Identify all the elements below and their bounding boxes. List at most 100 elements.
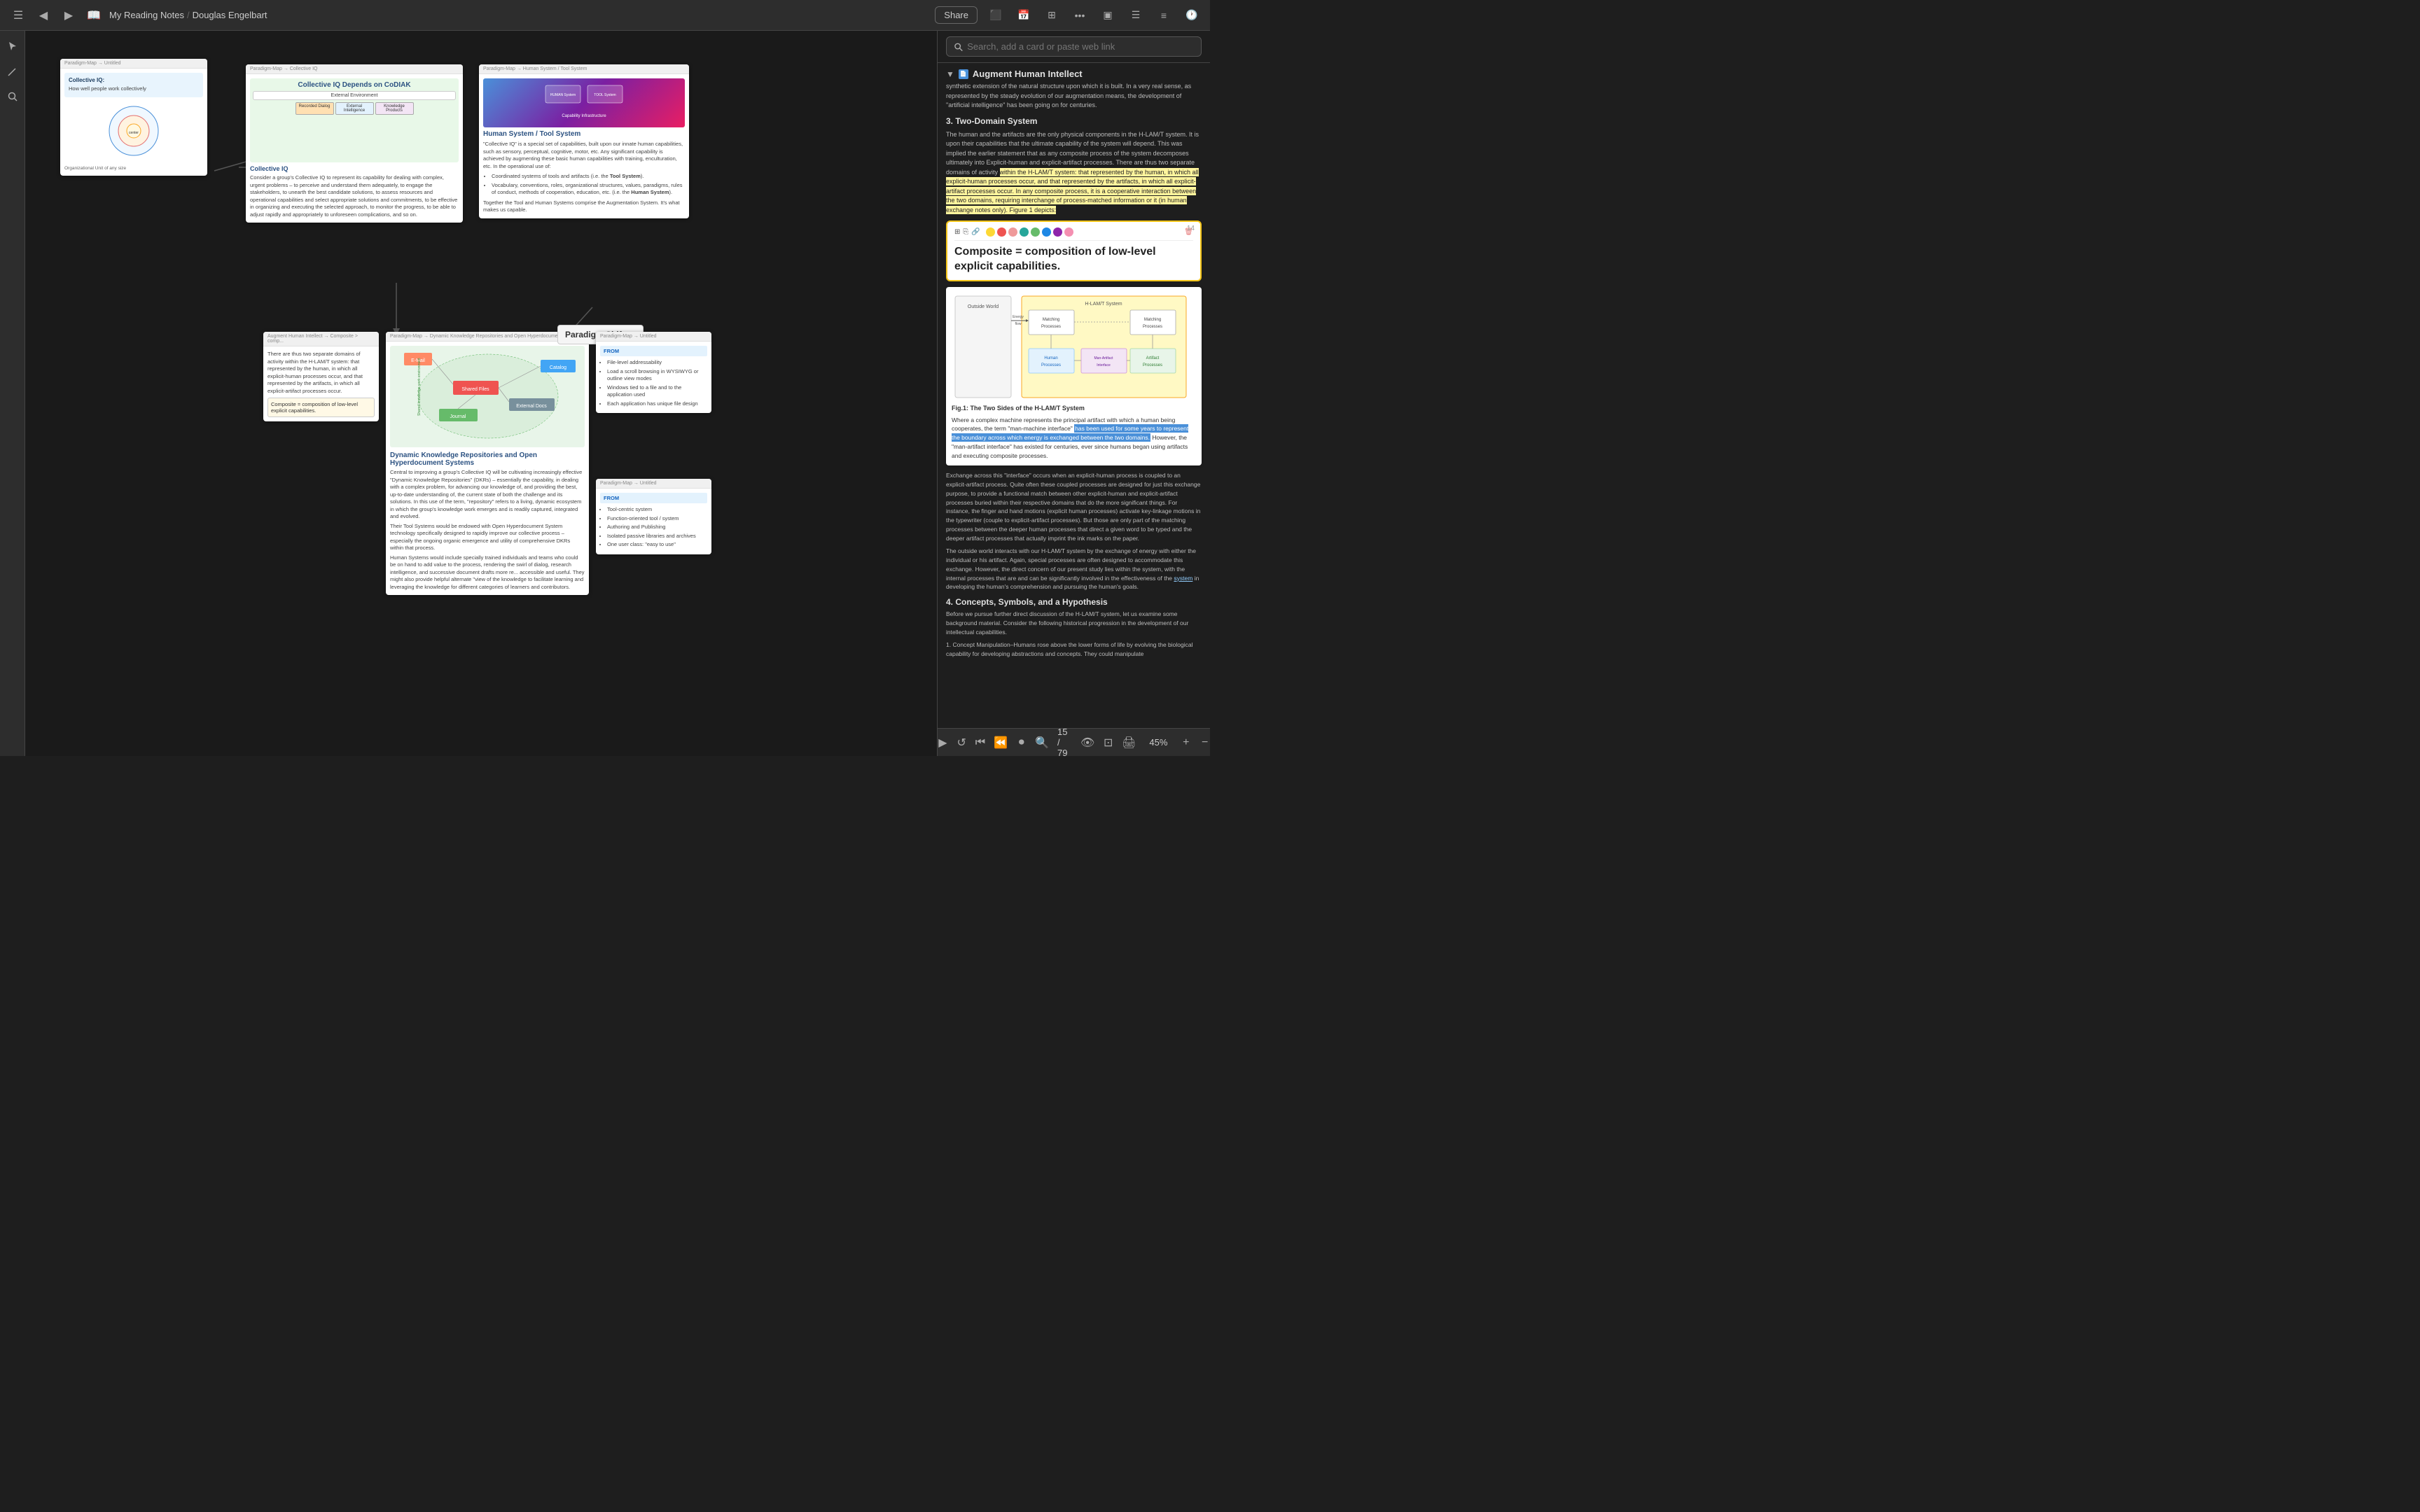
main-card-header: Paradigm-Map → Untitled — [60, 59, 207, 69]
print-icon[interactable]: 🖨 — [1122, 733, 1136, 752]
list-icon[interactable]: ≡ — [1154, 6, 1174, 25]
main-layout: Paradigm-Map → Untitled Collective IQ: H… — [0, 31, 1210, 756]
color-teal[interactable] — [1020, 227, 1029, 237]
file-level-header: Paradigm-Map → Untitled — [596, 332, 711, 342]
link-icon[interactable]: 🔗 — [971, 228, 980, 236]
sidebar-toggle-icon[interactable]: ☰ — [8, 6, 28, 25]
annotation-popup[interactable]: ⊞ ⎘ 🔗 🗑 — [946, 220, 1202, 281]
human-system-list-item-2: Vocabulary, conventions, roles, organiza… — [492, 182, 685, 197]
layers-icon[interactable]: ⬛ — [986, 6, 1006, 25]
human-system-title: Human System / Tool System — [483, 130, 685, 138]
dkr-body: E-Mail Catalog Shared Files Journal — [386, 342, 589, 595]
page-indicator: 15 / 79 — [1057, 727, 1072, 756]
pen-tool-icon[interactable] — [3, 62, 22, 81]
dkr-body-text2: Their Tool Systems would be endowed with… — [390, 523, 585, 552]
right-panel-content[interactable]: ▼ 📄 Augment Human Intellect synthetic ex… — [938, 63, 1210, 728]
search-bottom-icon[interactable]: 🔍 — [1035, 733, 1049, 752]
more-icon[interactable]: ••• — [1070, 6, 1090, 25]
from-label-2: FROM — [600, 493, 707, 503]
svg-text:HUMAN System: HUMAN System — [550, 93, 576, 97]
svg-text:Matching: Matching — [1043, 318, 1059, 322]
search-input[interactable] — [967, 41, 1194, 52]
breadcrumb-reading-notes[interactable]: My Reading Notes — [109, 10, 184, 20]
svg-text:Matching: Matching — [1144, 318, 1161, 322]
file-level-item-4: Each application has unique file design — [607, 400, 707, 408]
codiak-header: Paradigm-Map → Collective IQ — [246, 64, 463, 74]
search-box[interactable] — [946, 36, 1202, 57]
color-pink[interactable] — [1008, 227, 1017, 237]
system-link[interactable]: system — [1174, 575, 1192, 582]
color-blue[interactable] — [1042, 227, 1051, 237]
back-button[interactable]: ◀ — [34, 6, 53, 25]
share-button[interactable]: Share — [935, 6, 978, 24]
top-bar-left: ☰ ◀ ▶ 📖 My Reading Notes / Douglas Engel… — [8, 6, 267, 25]
eye-icon[interactable]: 👁 — [1080, 733, 1094, 752]
copy-icon[interactable]: ⎘ — [963, 228, 968, 236]
composite-annotation: Composite = composition of low-level exp… — [267, 398, 375, 417]
top-bar: ☰ ◀ ▶ 📖 My Reading Notes / Douglas Engel… — [0, 0, 1210, 31]
color-purple[interactable] — [1053, 227, 1062, 237]
fig-body: Where a complex machine represents the p… — [952, 416, 1196, 461]
tool-centric-list: Tool-centric system Function-oriented to… — [600, 506, 707, 549]
tool-centric-card[interactable]: Paradigm-Map → Untitled FROM Tool-centri… — [596, 479, 711, 554]
refresh-icon[interactable]: ↺ — [957, 733, 967, 752]
composite-card[interactable]: Augment Human Intellect → Composite > co… — [263, 332, 379, 421]
color-rose[interactable] — [1064, 227, 1073, 237]
svg-text:Catalog: Catalog — [550, 365, 566, 370]
knowledge-products-box: Knowledge Products — [375, 102, 414, 115]
dkr-title: Dynamic Knowledge Repositories and Open … — [390, 451, 585, 467]
play-icon[interactable]: ▶ — [938, 733, 948, 752]
svg-text:Capability Infrastructure: Capability Infrastructure — [562, 114, 606, 118]
right-panel-search — [938, 31, 1210, 63]
record-icon[interactable]: ⏺ — [1016, 733, 1027, 752]
section4-intro: Before we pursue further direct discussi… — [946, 610, 1202, 636]
main-card-subtitle: How well people work collectively — [69, 85, 199, 93]
svg-text:Processes: Processes — [1041, 325, 1061, 329]
color-green[interactable] — [1031, 227, 1040, 237]
calendar-icon[interactable]: 📅 — [1014, 6, 1034, 25]
svg-text:Human: Human — [1044, 356, 1057, 360]
dkr-body-text3: Human Systems would include specially tr… — [390, 554, 585, 592]
codiak-body-text: Consider a group's Collective IQ to repr… — [250, 174, 459, 218]
clock-icon[interactable]: 🕐 — [1182, 6, 1202, 25]
annotation-text: Composite = composition of low-level exp… — [954, 245, 1193, 274]
skip-back-icon[interactable]: ⏮ — [975, 733, 986, 752]
svg-text:Energy: Energy — [1013, 315, 1024, 319]
main-collective-iq-card[interactable]: Paradigm-Map → Untitled Collective IQ: H… — [60, 59, 207, 176]
search-icon[interactable] — [3, 87, 22, 106]
canvas-area[interactable]: Paradigm-Map → Untitled Collective IQ: H… — [25, 31, 937, 756]
zoom-in-icon[interactable]: + — [1181, 733, 1191, 752]
zoom-out-icon[interactable]: − — [1199, 733, 1210, 752]
dkr-card[interactable]: Paradigm-Map → Dynamic Knowledge Reposit… — [386, 332, 589, 595]
hlamt-svg: Outside World H-LAM/T System Matching Pr… — [952, 293, 1190, 401]
tool-centric-item-5: One user class: "easy to use" — [607, 541, 707, 549]
outside-world-text: The outside world interacts with our H-L… — [946, 547, 1202, 592]
svg-text:Shared Files: Shared Files — [461, 387, 489, 392]
book-icon[interactable]: 📖 — [84, 6, 104, 25]
breadcrumb-author[interactable]: Douglas Engelbart — [193, 10, 267, 20]
color-red[interactable] — [997, 227, 1006, 237]
forward-button[interactable]: ▶ — [59, 6, 78, 25]
panel-icon[interactable]: ▣ — [1098, 6, 1118, 25]
grid-icon[interactable]: ⊞ — [1042, 6, 1062, 25]
human-system-card[interactable]: Paradigm-Map → Human System / Tool Syste… — [479, 64, 689, 218]
svg-text:flow: flow — [1015, 322, 1022, 326]
human-system-footer: Together the Tool and Human Systems comp… — [483, 200, 685, 214]
section4-item1: 1. Concept Manipulation–Humans rose abov… — [946, 640, 1202, 659]
composite-body-text: There are thus two separate domains of a… — [267, 351, 375, 395]
breadcrumb: My Reading Notes / Douglas Engelbart — [109, 10, 267, 20]
canvas-container: Paradigm-Map → Untitled Collective IQ: H… — [25, 31, 937, 756]
frame-icon[interactable]: ⊡ — [1103, 733, 1113, 752]
color-yellow[interactable] — [986, 227, 995, 237]
select-tool-icon[interactable] — [3, 36, 22, 56]
view-icon[interactable]: ☰ — [1126, 6, 1146, 25]
collective-iq-codiak-card[interactable]: Paradigm-Map → Collective IQ Collective … — [246, 64, 463, 223]
table-icon[interactable]: ⊞ — [954, 228, 960, 236]
file-level-item-1: File-level addressability — [607, 359, 707, 367]
collapse-icon[interactable]: ▼ — [946, 69, 954, 79]
file-level-card[interactable]: Paradigm-Map → Untitled FROM File-level … — [596, 332, 711, 413]
file-level-item-2: Load a scroll browsing in WYSIWYG or out… — [607, 368, 707, 383]
codiak-body: Collective IQ Depends on CoDIAK External… — [246, 74, 463, 223]
annotation-page-num: 14 — [1187, 225, 1195, 232]
rewind-icon[interactable]: ⏪ — [994, 733, 1008, 752]
